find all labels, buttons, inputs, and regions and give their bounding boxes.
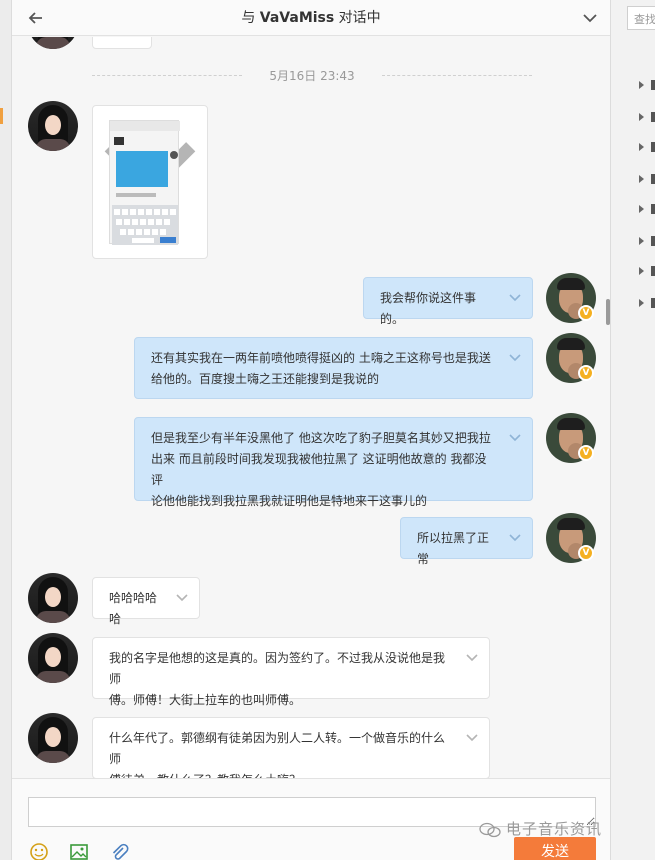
chevron-down-icon[interactable] bbox=[465, 730, 479, 744]
chevron-down-icon[interactable] bbox=[465, 650, 479, 664]
title-prefix: 与 bbox=[241, 10, 260, 26]
message-text: 所以拉黑了正常 bbox=[417, 531, 490, 566]
verified-badge-icon: V bbox=[578, 445, 594, 461]
message-text-line: 论他他能找到我拉黑我就证明他是特地来干这事儿的 bbox=[151, 494, 428, 508]
expand-arrow-icon bbox=[639, 205, 644, 213]
chevron-down-icon[interactable] bbox=[508, 430, 522, 444]
chat-window: 与 VaVaMiss 对话中 5月16日 23:43 V 我会帮你说这件事的。 … bbox=[12, 0, 610, 860]
message-bubble[interactable]: 还有其实我在一两年前喷他喷得挺凶的 土嗨之王这称号也是我送 给他的。百度搜土嗨之… bbox=[134, 337, 533, 399]
chevron-down-icon[interactable] bbox=[175, 590, 189, 604]
chevron-down-icon[interactable] bbox=[508, 350, 522, 364]
message-text-line: 还有其实我在一两年前喷他喷得挺凶的 土嗨之王这称号也是我送 bbox=[151, 351, 491, 365]
verified-badge-icon: V bbox=[578, 365, 594, 381]
expand-arrow-icon bbox=[639, 143, 644, 151]
message-bubble[interactable]: 我会帮你说这件事的。 bbox=[363, 277, 533, 326]
contact-name: VaVaMiss bbox=[259, 10, 335, 26]
watermark-text: 电子音乐资讯 bbox=[506, 820, 603, 838]
message-text: 哈哈哈哈哈 bbox=[109, 591, 158, 626]
message-text-line: 我的名字是他想的这是真的。因为签约了。不过我从没说他是我师 bbox=[109, 651, 446, 686]
active-indicator bbox=[0, 108, 3, 124]
message-bubble-partial bbox=[92, 37, 152, 49]
chevron-down-icon[interactable] bbox=[508, 530, 522, 544]
chevron-down-icon[interactable] bbox=[580, 8, 600, 28]
verified-badge-icon: V bbox=[578, 305, 594, 321]
expand-arrow-icon bbox=[639, 175, 644, 183]
contact-list-item[interactable] bbox=[639, 110, 655, 124]
avatar[interactable] bbox=[28, 633, 78, 683]
message-bubble[interactable]: 但是我至少有半年没黑他了 他这次吃了豹子胆莫名其妙又把我拉 出来 而且前段时间我… bbox=[134, 417, 533, 508]
verified-badge-icon: V bbox=[578, 545, 594, 561]
message-bubble[interactable]: 所以拉黑了正常 bbox=[400, 517, 533, 566]
message-timestamp: 5月16日 23:43 bbox=[92, 67, 532, 84]
message-bubble[interactable]: 什么年代了。郭德纲有徒弟因为别人二人转。一个做音乐的什么师 傅徒弟，教什么了？教… bbox=[92, 717, 490, 778]
left-sidebar-strip bbox=[0, 0, 12, 860]
screenshot-thumbnail[interactable] bbox=[109, 120, 180, 245]
image-message[interactable] bbox=[92, 105, 208, 259]
contact-list-item[interactable] bbox=[639, 202, 655, 216]
message-list[interactable]: 5月16日 23:43 V 我会帮你说这件事的。 V 还有其实我在一两年前喷他喷… bbox=[12, 37, 610, 778]
contact-icon bbox=[651, 80, 655, 90]
contact-list-item[interactable] bbox=[639, 234, 655, 248]
contact-list-item[interactable] bbox=[639, 264, 655, 278]
watermark: 电子音乐资讯 bbox=[478, 818, 648, 842]
contact-list-item[interactable] bbox=[639, 140, 655, 154]
avatar[interactable] bbox=[28, 37, 78, 49]
chat-header: 与 VaVaMiss 对话中 bbox=[12, 0, 610, 36]
contact-icon bbox=[651, 174, 655, 184]
contact-icon bbox=[651, 112, 655, 122]
contact-icon bbox=[651, 266, 655, 276]
message-text-line: 但是我至少有半年没黑他了 他这次吃了豹子胆莫名其妙又把我拉 bbox=[151, 431, 491, 445]
expand-arrow-icon bbox=[639, 299, 644, 307]
contact-list-item[interactable] bbox=[639, 172, 655, 186]
wechat-icon bbox=[479, 822, 501, 837]
chat-title: 与 VaVaMiss 对话中 bbox=[12, 0, 610, 36]
contact-icon bbox=[651, 142, 655, 152]
message-bubble[interactable]: 我的名字是他想的这是真的。因为签约了。不过我从没说他是我师 傅。师傅！大街上拉车… bbox=[92, 637, 490, 707]
expand-arrow-icon bbox=[639, 81, 644, 89]
expand-arrow-icon bbox=[639, 237, 644, 245]
contact-search-input[interactable]: 查找 bbox=[627, 6, 655, 30]
right-panel: 查找 bbox=[610, 0, 655, 860]
contact-icon bbox=[651, 204, 655, 214]
avatar[interactable] bbox=[28, 713, 78, 763]
expand-arrow-icon bbox=[639, 267, 644, 275]
message-bubble[interactable]: 哈哈哈哈哈 bbox=[92, 577, 200, 626]
message-text-line: 出来 而且前段时间我发现我被他拉黑了 这证明他故意的 我都没评 bbox=[151, 452, 487, 487]
expand-arrow-icon bbox=[639, 113, 644, 121]
title-suffix: 对话中 bbox=[334, 10, 381, 26]
attach-icon[interactable] bbox=[108, 841, 130, 860]
message-text-line: 什么年代了。郭德纲有徒弟因为别人二人转。一个做音乐的什么师 bbox=[109, 731, 446, 766]
contact-icon bbox=[651, 236, 655, 246]
contact-icon bbox=[651, 298, 655, 308]
contact-list-item[interactable] bbox=[639, 296, 655, 310]
avatar[interactable] bbox=[28, 101, 78, 151]
message-text: 我会帮你说这件事的。 bbox=[380, 291, 477, 326]
message-text-line: 给他的。百度搜土嗨之王还能搜到是我说的 bbox=[151, 372, 380, 386]
avatar[interactable] bbox=[28, 573, 78, 623]
message-text-line: 傅徒弟，教什么了？教我怎么土嗨？ bbox=[109, 770, 449, 778]
chevron-down-icon[interactable] bbox=[508, 290, 522, 304]
emoji-icon[interactable] bbox=[28, 841, 50, 860]
contact-list-item[interactable] bbox=[639, 78, 655, 92]
image-icon[interactable] bbox=[68, 841, 90, 860]
message-text-line: 傅。师傅！大街上拉车的也叫师傅。 bbox=[109, 693, 302, 707]
